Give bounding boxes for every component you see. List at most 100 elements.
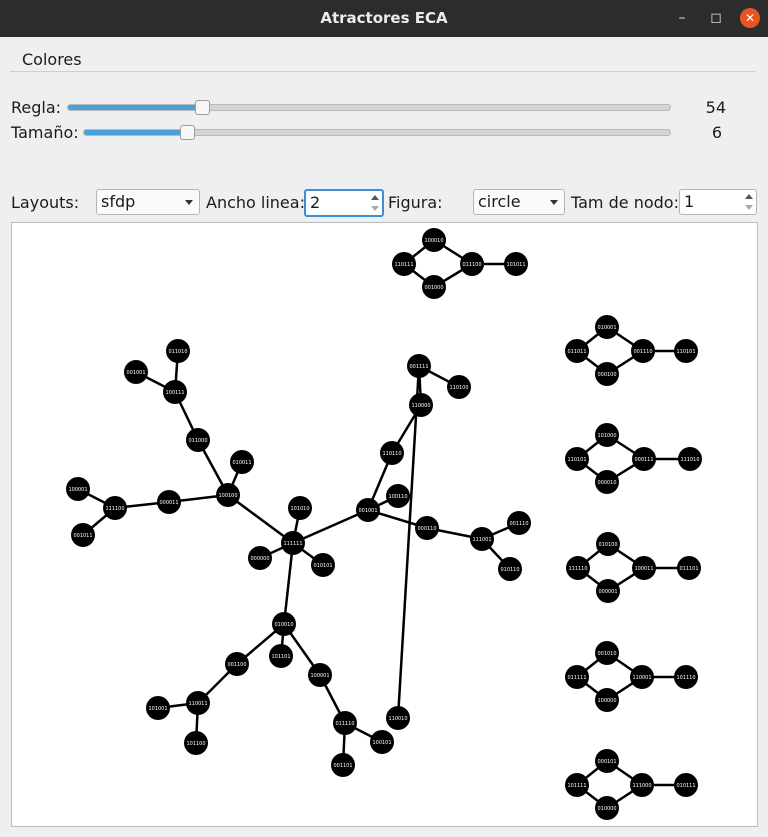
tamano-slider[interactable] — [83, 125, 671, 140]
maximize-icon[interactable]: ◻ — [706, 8, 726, 28]
spin-up-icon[interactable] — [745, 194, 753, 199]
graph-node[interactable]: 001101 — [331, 753, 355, 777]
graph-node[interactable]: 110000 — [409, 393, 433, 417]
graph-node[interactable]: 101001 — [146, 696, 170, 720]
graph-node[interactable]: 100111 — [163, 380, 187, 404]
graph-node[interactable]: 011000 — [186, 428, 210, 452]
graph-node[interactable]: 000100 — [595, 362, 619, 386]
graph-node-label: 011000 — [188, 438, 207, 444]
graph-node-label: 101110 — [676, 675, 695, 681]
graph-node[interactable]: 101100 — [184, 731, 208, 755]
graph-node-label: 001011 — [73, 533, 92, 539]
graph-node[interactable]: 010011 — [230, 450, 254, 474]
graph-node[interactable]: 100110 — [386, 484, 410, 508]
graph-node[interactable]: 101000 — [595, 423, 619, 447]
close-icon[interactable]: ✕ — [740, 8, 760, 28]
tam-nodo-value: 1 — [684, 192, 695, 211]
graph-node[interactable]: 110100 — [447, 375, 471, 399]
graph-node-label: 000101 — [597, 759, 616, 765]
minimize-icon[interactable]: – — [672, 8, 692, 28]
graph-node-label: 011011 — [567, 349, 586, 355]
graph-node[interactable]: 000010 — [595, 470, 619, 494]
graph-node-label: 010001 — [597, 325, 616, 331]
graph-node[interactable]: 001100 — [225, 652, 249, 676]
graph-node[interactable]: 010110 — [498, 557, 522, 581]
graph-node[interactable]: 111010 — [678, 447, 702, 471]
graph-node-label: 101011 — [506, 262, 525, 268]
graph-node[interactable]: 101110 — [674, 665, 698, 689]
graph-node-label: 011010 — [168, 349, 187, 355]
graph-node[interactable]: 101101 — [269, 644, 293, 668]
graph-node[interactable]: 000111 — [632, 447, 656, 471]
graph-node[interactable]: 111110 — [566, 556, 590, 580]
graph-node[interactable]: 100000 — [595, 688, 619, 712]
graph-node[interactable]: 011011 — [565, 339, 589, 363]
graph-node[interactable]: 110001 — [630, 665, 654, 689]
graph-node-label: 101100 — [186, 741, 205, 747]
menu-bar: Colores — [10, 40, 756, 72]
graph-node[interactable]: 110011 — [186, 691, 210, 715]
graph-node-label: 011100 — [462, 262, 481, 268]
graph-node[interactable]: 110101 — [674, 339, 698, 363]
tam-nodo-spinbox[interactable]: 1 — [679, 189, 757, 215]
graph-node[interactable]: 100001 — [308, 663, 332, 687]
menu-colores[interactable]: Colores — [22, 50, 82, 69]
spin-up-icon[interactable] — [371, 195, 379, 200]
graph-node-label: 101111 — [567, 783, 586, 789]
graph-node[interactable]: 100001 — [66, 477, 90, 501]
regla-slider[interactable] — [67, 100, 671, 115]
graph-node[interactable]: 111100 — [103, 496, 127, 520]
graph-node[interactable]: 010001 — [595, 315, 619, 339]
graph-node-label: 110000 — [411, 403, 430, 409]
graph-node[interactable]: 011110 — [333, 711, 357, 735]
graph-node[interactable]: 100011 — [632, 556, 656, 580]
graph-node[interactable]: 111111 — [281, 531, 305, 555]
graph-node[interactable]: 111001 — [470, 527, 494, 551]
graph-node[interactable]: 011111 — [565, 665, 589, 689]
figura-select[interactable]: circle — [473, 189, 565, 215]
graph-node[interactable]: 100100 — [216, 483, 240, 507]
graph-node-label: 100110 — [388, 494, 407, 500]
graph-node[interactable]: 010100 — [596, 532, 620, 556]
regla-slider-handle[interactable] — [195, 100, 210, 115]
graph-node[interactable]: 000000 — [248, 546, 272, 570]
graph-node[interactable]: 011100 — [460, 252, 484, 276]
graph-node[interactable]: 001001 — [356, 498, 380, 522]
graph-node[interactable]: 011101 — [677, 556, 701, 580]
graph-edge — [227, 493, 294, 545]
spin-down-icon[interactable] — [745, 205, 753, 210]
layouts-select[interactable]: sfdp — [96, 189, 200, 215]
graph-node[interactable]: 000101 — [595, 749, 619, 773]
graph-node[interactable]: 010010 — [272, 612, 296, 636]
graph-node[interactable]: 100010 — [422, 228, 446, 252]
graph-node[interactable]: 001001 — [124, 360, 148, 384]
graph-node[interactable]: 000001 — [596, 579, 620, 603]
tamano-slider-handle[interactable] — [180, 125, 195, 140]
graph-canvas[interactable]: 100010 110111 011100 001000 101011 010001 0110… — [11, 222, 758, 827]
graph-node[interactable]: 001111 — [407, 354, 431, 378]
graph-node[interactable]: 110111 — [392, 252, 416, 276]
graph-node[interactable]: 111000 — [630, 773, 654, 797]
graph-node[interactable]: 001010 — [595, 641, 619, 665]
graph-node[interactable]: 000110 — [415, 516, 439, 540]
graph-node[interactable]: 000011 — [157, 490, 181, 514]
graph-node[interactable]: 010101 — [311, 553, 335, 577]
spin-down-icon[interactable] — [371, 206, 379, 211]
graph-node[interactable]: 101010 — [288, 496, 312, 520]
graph-node[interactable]: 110101 — [565, 447, 589, 471]
graph-node[interactable]: 010111 — [674, 773, 698, 797]
graph-node-label: 000001 — [598, 589, 617, 595]
graph-node[interactable]: 010000 — [595, 796, 619, 820]
graph-node[interactable]: 001110 — [507, 511, 531, 535]
graph-node[interactable]: 001000 — [422, 275, 446, 299]
graph-node[interactable]: 011010 — [166, 339, 190, 363]
chevron-down-icon — [550, 200, 558, 205]
graph-node[interactable]: 101111 — [565, 773, 589, 797]
graph-node[interactable]: 101011 — [504, 252, 528, 276]
graph-node[interactable]: 001110 — [631, 339, 655, 363]
ancho-linea-spinbox[interactable]: 2 — [304, 189, 384, 217]
graph-node[interactable]: 100101 — [370, 730, 394, 754]
graph-node[interactable]: 110010 — [386, 706, 410, 730]
graph-node[interactable]: 001011 — [71, 523, 95, 547]
graph-node[interactable]: 110110 — [380, 441, 404, 465]
